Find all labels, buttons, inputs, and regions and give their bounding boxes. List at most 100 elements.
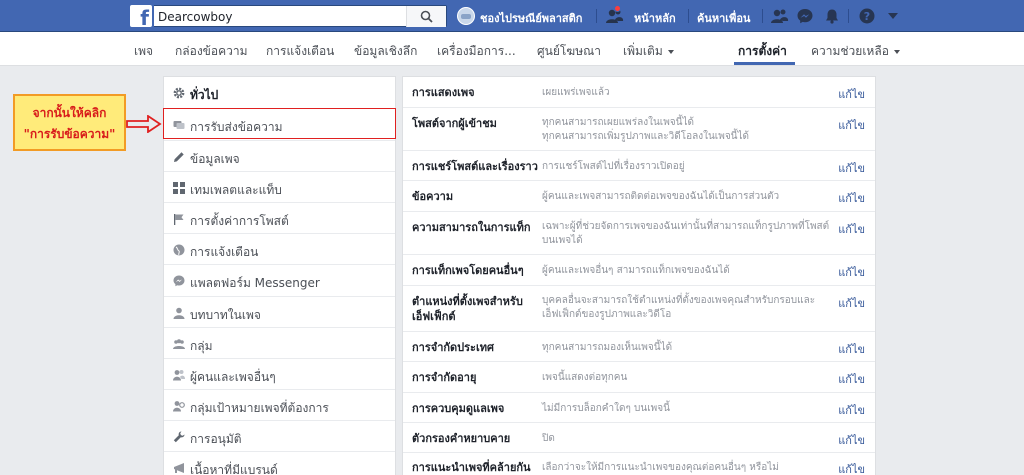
people-icon bbox=[173, 370, 185, 381]
facebook-logo[interactable]: f bbox=[130, 5, 152, 27]
notifications-bell-icon[interactable] bbox=[824, 8, 840, 24]
sidebar-item-label: ผู้คนและเพจอื่นๆ bbox=[190, 370, 276, 384]
edit-link[interactable]: แก้ไข bbox=[838, 401, 865, 419]
nav-inbox[interactable]: กล่องข้อความ bbox=[175, 42, 248, 61]
message-icon bbox=[173, 121, 185, 129]
settings-row: การจำกัดประเทศ ทุกคนสามารถมองเห็นเพจนี้ไ… bbox=[403, 331, 875, 361]
nav-notifications[interactable]: การแจ้งเตือน bbox=[266, 42, 334, 61]
nav-ad-center[interactable]: ศูนย์โฆษณา bbox=[537, 42, 601, 61]
account-menu-caret-icon[interactable] bbox=[888, 13, 898, 19]
setting-value: เผยแพร่เพจแล้ว bbox=[542, 87, 610, 98]
grid-icon bbox=[173, 182, 185, 194]
setting-label: การจำกัดอายุ bbox=[412, 371, 477, 384]
settings-row: การจำกัดอายุ เพจนี้แสดงต่อทุกคน แก้ไข bbox=[403, 361, 875, 392]
chevron-down-icon bbox=[667, 49, 674, 54]
setting-label: ตำแหน่งที่ตั้งเพจสำหรับเอ็ฟเฟ็กต์ bbox=[412, 295, 523, 323]
search-button[interactable] bbox=[406, 6, 446, 27]
friends-icon[interactable] bbox=[771, 8, 789, 24]
flag-icon bbox=[174, 214, 184, 225]
messenger-icon bbox=[173, 275, 185, 287]
home-link[interactable]: หน้าหลัก bbox=[634, 9, 676, 27]
globe-icon bbox=[173, 244, 185, 256]
setting-value: เพจนี้แสดงต่อทุกคน bbox=[542, 372, 628, 383]
messenger-icon[interactable] bbox=[797, 8, 813, 24]
nav-more[interactable]: เพิ่มเติม bbox=[623, 42, 674, 61]
edit-link[interactable]: แก้ไข bbox=[838, 460, 865, 475]
setting-value: ผู้คนและเพจอื่นๆ สามารถแท็กเพจของฉันได้ bbox=[542, 265, 730, 276]
nav-help[interactable]: ความช่วยเหลือ bbox=[811, 42, 900, 61]
nav-settings[interactable]: การตั้งค่า bbox=[738, 42, 787, 61]
divider bbox=[596, 9, 597, 23]
sidebar-item-notifications[interactable]: การแจ้งเตือน bbox=[164, 233, 395, 264]
search-box bbox=[154, 5, 447, 27]
page-avatar[interactable] bbox=[457, 7, 475, 25]
setting-label: การควบคุมดูแลเพจ bbox=[412, 402, 505, 415]
sidebar-item-approvals[interactable]: การอนุมัติ bbox=[164, 420, 395, 451]
sidebar-item-label: กลุ่มเป้าหมายเพจที่ต้องการ bbox=[190, 401, 329, 415]
sidebar-item-people-and-other-pages[interactable]: ผู้คนและเพจอื่นๆ bbox=[164, 358, 395, 389]
setting-label: การจำกัดประเทศ bbox=[412, 341, 494, 354]
search-icon bbox=[420, 10, 433, 23]
sidebar-item-groups[interactable]: กลุ่ม bbox=[164, 327, 395, 358]
settings-row: การแท็กเพจโดยคนอื่นๆ ผู้คนและเพจอื่นๆ สา… bbox=[403, 254, 875, 285]
setting-value: การแชร์โพสต์ไปที่เรื่องราวเปิดอยู่ bbox=[542, 161, 685, 172]
sidebar-item-label: การรับส่งข้อความ bbox=[190, 120, 283, 134]
settings-row: โพสต์จากผู้เข้าชม ทุกคนสามารถเผยแพร่ลงใน… bbox=[403, 107, 875, 150]
edit-link[interactable]: แก้ไข bbox=[838, 370, 865, 388]
help-icon[interactable]: ? bbox=[859, 8, 875, 24]
edit-link[interactable]: แก้ไข bbox=[838, 159, 865, 177]
edit-link[interactable]: แก้ไข bbox=[838, 220, 865, 238]
setting-label: การแชร์โพสต์และเรื่องราว bbox=[412, 160, 538, 173]
setting-label: โพสต์จากผู้เข้าชม bbox=[412, 117, 497, 130]
top-bar: f ชองไปรษณีย์พลาสติก หน้าหลัก ค้นหาเพื่อ… bbox=[0, 0, 1024, 32]
audience-icon bbox=[173, 401, 185, 412]
edit-link[interactable]: แก้ไข bbox=[838, 189, 865, 207]
setting-label: การแนะนำเพจที่คล้ายกัน bbox=[412, 461, 531, 474]
edit-link[interactable]: แก้ไข bbox=[838, 294, 865, 312]
settings-row: ความสามารถในการแท็ก เฉพาะผู้ที่ช่วยจัดกา… bbox=[403, 211, 875, 254]
setting-value: เฉพาะผู้ที่ช่วยจัดการเพจของฉันเท่านั้นที… bbox=[542, 221, 830, 246]
sidebar-item-templates-tabs[interactable]: เทมเพลตและแท็บ bbox=[164, 171, 395, 202]
sidebar-item-messaging[interactable]: การรับส่งข้อความ bbox=[163, 108, 396, 139]
notification-badge bbox=[614, 5, 621, 12]
gear-icon bbox=[173, 87, 185, 99]
nav-insights[interactable]: ข้อมูลเชิงลึก bbox=[354, 42, 417, 61]
nav-page[interactable]: เพจ bbox=[134, 42, 153, 61]
callout-line-2: "การรับข้อความ" bbox=[23, 127, 116, 141]
edit-link[interactable]: แก้ไข bbox=[838, 116, 865, 134]
sidebar-item-label: การตั้งค่าการโพสต์ bbox=[190, 214, 289, 228]
edit-link[interactable]: แก้ไข bbox=[838, 340, 865, 358]
nav-more-label: เพิ่มเติม bbox=[623, 44, 663, 58]
sidebar-item-branded-content[interactable]: เนื้อหาที่มีแบรนด์ bbox=[164, 451, 395, 475]
settings-row: ข้อความ ผู้คนและเพจสามารถติดต่อเพจของฉัน… bbox=[403, 180, 875, 211]
nav-publishing-tools[interactable]: เครื่องมือการ... bbox=[437, 42, 516, 61]
sidebar-item-page-info[interactable]: ข้อมูลเพจ bbox=[164, 140, 395, 171]
sidebar-item-general[interactable]: ทั่วไป bbox=[164, 77, 395, 108]
sidebar-item-label: ทั่วไป bbox=[190, 88, 219, 102]
sidebar-item-messenger-platform[interactable]: แพลตฟอร์ม Messenger bbox=[164, 264, 395, 295]
settings-row: การควบคุมดูแลเพจ ไม่มีการบล็อกคำใดๆ บนเพ… bbox=[403, 392, 875, 422]
active-tab-indicator bbox=[734, 62, 795, 65]
setting-label: การแสดงเพจ bbox=[412, 86, 475, 99]
settings-row: ตำแหน่งที่ตั้งเพจสำหรับเอ็ฟเฟ็กต์ บุคคลอ… bbox=[403, 285, 875, 331]
sidebar-item-preferred-audience[interactable]: กลุ่มเป้าหมายเพจที่ต้องการ bbox=[164, 389, 395, 420]
settings-sidebar: ทั่วไป การรับส่งข้อความ ข้อมูลเพจ เทมเพล… bbox=[163, 76, 396, 475]
sidebar-item-page-roles[interactable]: บทบาทในเพจ bbox=[164, 296, 395, 327]
sidebar-item-label: การอนุมัติ bbox=[190, 432, 242, 446]
pencil-icon bbox=[174, 152, 184, 162]
sidebar-item-label: เทมเพลตและแท็บ bbox=[190, 183, 282, 197]
sidebar-item-posting-settings[interactable]: การตั้งค่าการโพสต์ bbox=[164, 202, 395, 233]
settings-row: การแสดงเพจ เผยแพร่เพจแล้ว แก้ไข bbox=[403, 77, 875, 107]
setting-value: บุคคลอื่นจะสามารถใช้ตำแหน่งที่ตั้งของเพจ… bbox=[542, 295, 816, 320]
edit-link[interactable]: แก้ไข bbox=[838, 431, 865, 449]
group-icon bbox=[173, 339, 185, 349]
search-input[interactable] bbox=[158, 8, 408, 25]
edit-link[interactable]: แก้ไข bbox=[838, 263, 865, 281]
wrench-icon bbox=[173, 431, 185, 443]
instruction-callout: จากนั้นให้คลิก "การรับข้อความ" bbox=[13, 94, 126, 151]
edit-link[interactable]: แก้ไข bbox=[838, 85, 865, 103]
find-friends-link[interactable]: ค้นหาเพื่อน bbox=[697, 9, 750, 27]
page-name-link[interactable]: ชองไปรษณีย์พลาสติก bbox=[480, 9, 582, 27]
setting-value: เลือกว่าจะให้มีการแนะนำเพจของคุณต่อคนอื่… bbox=[542, 462, 779, 473]
callout-arrow-icon bbox=[126, 115, 162, 133]
